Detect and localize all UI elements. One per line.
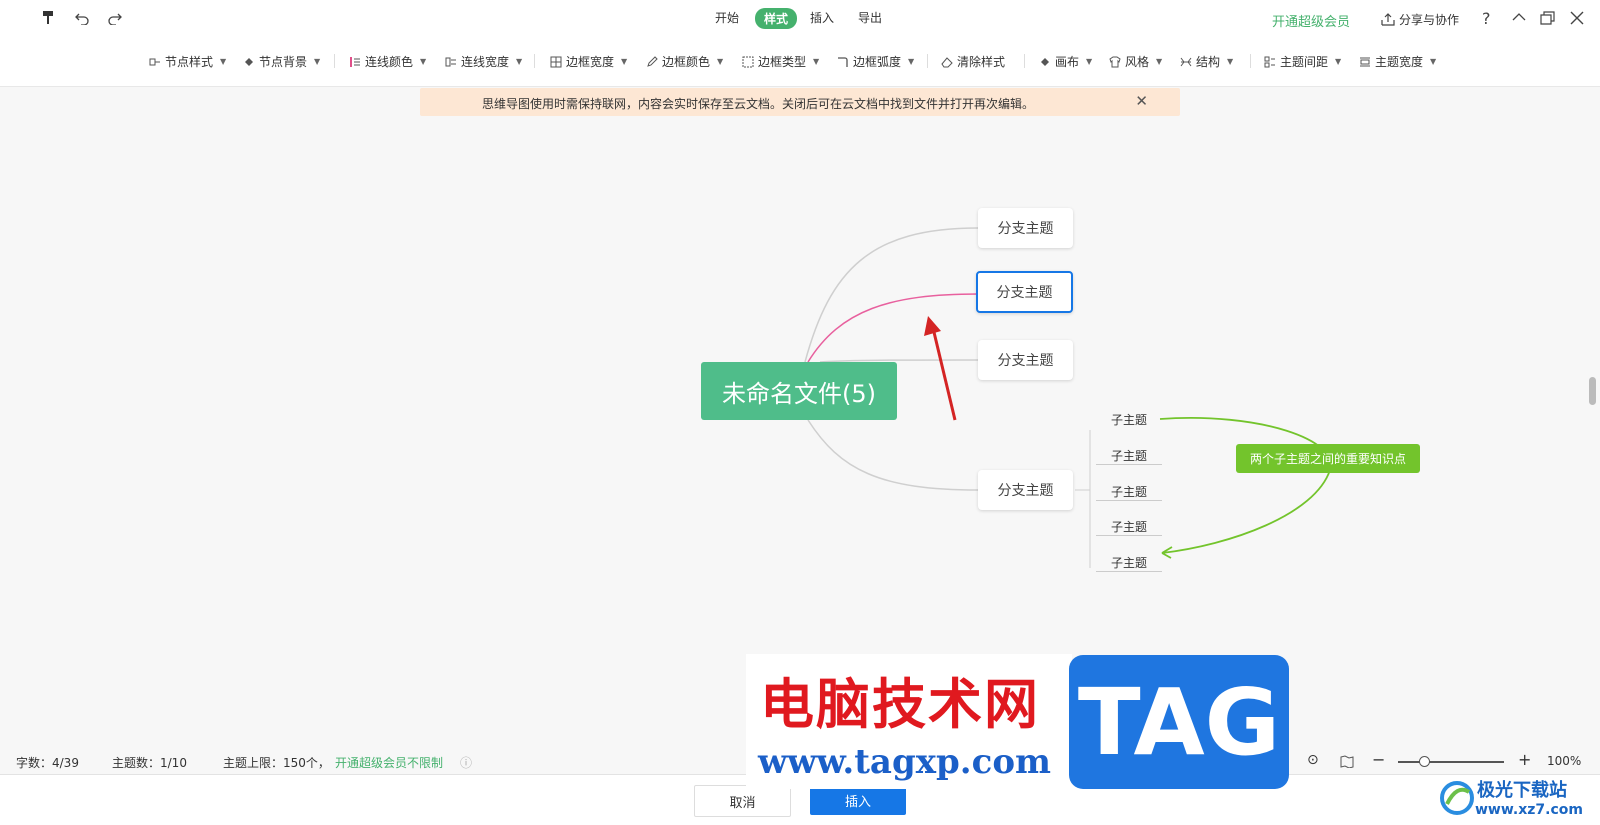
sub-connector [1075,430,1091,568]
topic-limit: 主题上限：150个， [223,756,330,770]
red-arrow-head [924,316,941,336]
sub-topic[interactable]: 子主题 [1096,483,1162,501]
site-logo: 极光下载站 www.xz7.com [1435,772,1600,824]
aurora-logo-icon [1440,781,1474,815]
zoom-slider-handle[interactable] [1419,756,1430,767]
site-url: www.xz7.com [1475,802,1583,818]
relation-curve [1159,417,1332,554]
branch-topic[interactable]: 分支主题 [978,208,1073,248]
relation-label[interactable]: 两个子主题之间的重要知识点 [1236,444,1420,473]
vertical-scrollbar[interactable] [1589,377,1596,405]
branch-topic[interactable]: 分支主题 [978,470,1073,510]
watermark-title: 电脑技术网 [760,673,1040,736]
info-icon[interactable]: ⓘ [460,754,472,771]
watermark-url: www.tagxp.com [758,742,1051,782]
branch-connector [807,419,979,491]
watermark-tag-logo: TAG [1069,655,1289,789]
sub-topic[interactable]: 子主题 [1096,411,1162,428]
topic-count: 主题数：1/10 [112,756,187,770]
cancel-button[interactable]: 取消 [694,785,791,817]
zoom-level: 100% [1547,754,1582,768]
zoom-slider[interactable] [1398,761,1504,763]
sub-topic[interactable]: 子主题 [1096,518,1162,536]
zoom-in-button[interactable]: + [1518,750,1531,769]
sub-topic[interactable]: 子主题 [1096,554,1162,572]
zoom-out-button[interactable]: − [1372,750,1385,769]
vip-unlimit-link[interactable]: 开通超级会员不限制 [335,754,443,771]
char-count: 字数：4/39 [16,756,79,770]
sub-topic[interactable]: 子主题 [1096,447,1162,465]
branch-topic-selected[interactable]: 分支主题 [976,271,1073,313]
root-topic[interactable]: 未命名文件(5) [701,362,897,420]
locate-icon[interactable]: ⊙ [1307,752,1319,768]
map-icon[interactable] [1340,755,1354,768]
red-arrow-annotation [931,327,957,421]
site-name: 极光下载站 [1477,780,1567,801]
branch-connector-selected [807,293,979,363]
insert-button[interactable]: 插入 [810,785,906,815]
branch-topic[interactable]: 分支主题 [978,340,1073,380]
